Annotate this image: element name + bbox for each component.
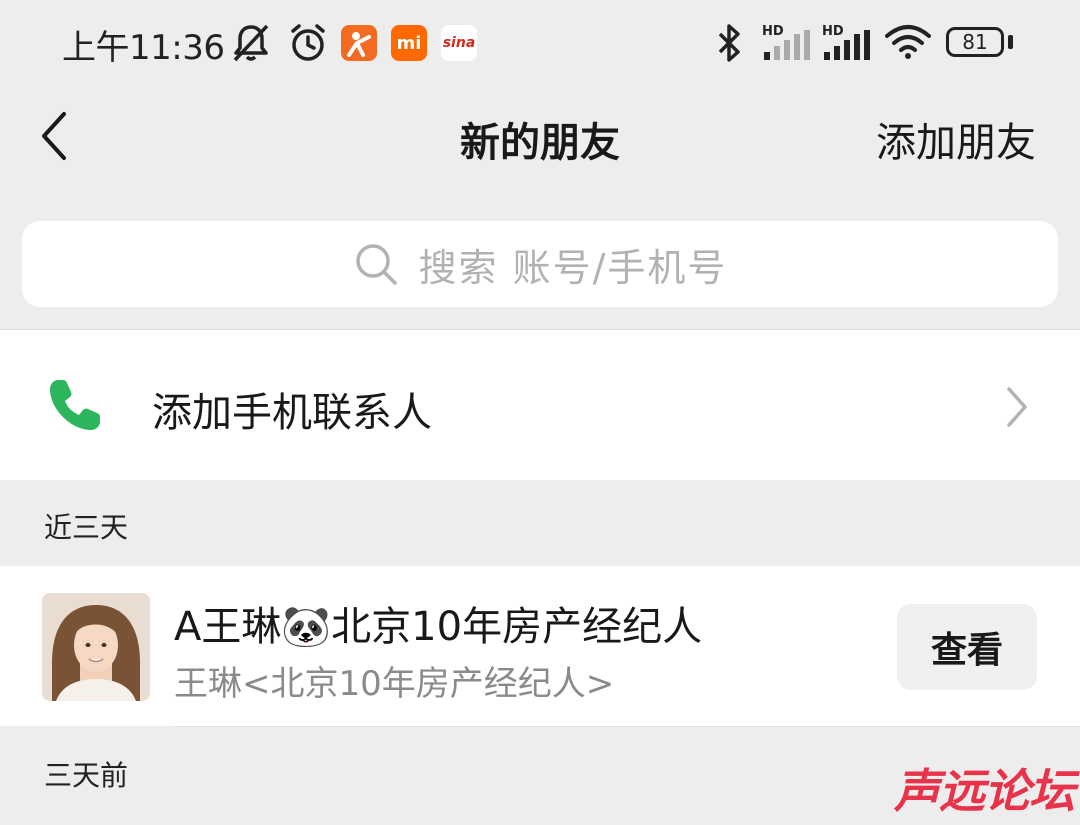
- alarm-icon: [291, 24, 325, 61]
- battery-level-text: 81: [962, 30, 988, 54]
- section-header-older: 三天前: [44, 759, 129, 792]
- status-time: 上午11:36: [62, 28, 225, 68]
- section-header-recent: 近三天: [44, 511, 129, 544]
- back-button[interactable]: [30, 106, 80, 166]
- wifi-icon: [885, 25, 931, 59]
- xiaomi-app-icon: mi: [391, 25, 427, 61]
- chevron-left-icon: [42, 112, 66, 160]
- phone-icon: [50, 380, 100, 430]
- search-placeholder: 搜索 账号/手机号: [418, 245, 728, 290]
- view-request-button[interactable]: 查看: [897, 604, 1037, 690]
- mute-bell-icon: [233, 24, 269, 62]
- add-phone-contacts-row[interactable]: 添加手机联系人: [0, 330, 1080, 480]
- status-bar: 上午11:36 mi sina HD HD 81: [0, 0, 1080, 84]
- watermark-logo: 声远论坛: [894, 764, 1075, 818]
- sina-app-icon: sina: [441, 25, 477, 61]
- friend-request-row[interactable]: A王琳🐼北京10年房产经纪人 王琳<北京10年房产经纪人> 查看: [0, 566, 1080, 726]
- sina-badge-text: sina: [442, 35, 476, 51]
- divider: [174, 726, 1080, 727]
- xiaomi-badge-text: mi: [396, 32, 422, 54]
- navigation-bar: 新的朋友 添加朋友: [0, 84, 1080, 194]
- friend-name: A王琳🐼北京10年房产经纪人: [174, 604, 703, 650]
- signal-icon-1: [764, 30, 810, 60]
- avatar-portrait-image: [42, 593, 150, 701]
- chevron-right-icon: [1007, 387, 1027, 427]
- app-notification-icon-1: [341, 25, 377, 61]
- add-phone-contacts-label: 添加手机联系人: [152, 390, 432, 436]
- battery-cap: [1008, 35, 1013, 49]
- add-friends-button[interactable]: 添加朋友: [876, 110, 1036, 168]
- search-icon: [355, 244, 397, 285]
- bluetooth-icon: [718, 24, 740, 62]
- signal-icon-2: [824, 30, 870, 60]
- search-bar[interactable]: 搜索 账号/手机号: [22, 221, 1058, 307]
- avatar: [42, 593, 150, 701]
- battery-indicator: 81: [946, 27, 1004, 57]
- friend-verification-message: 王琳<北京10年房产经纪人>: [174, 664, 615, 704]
